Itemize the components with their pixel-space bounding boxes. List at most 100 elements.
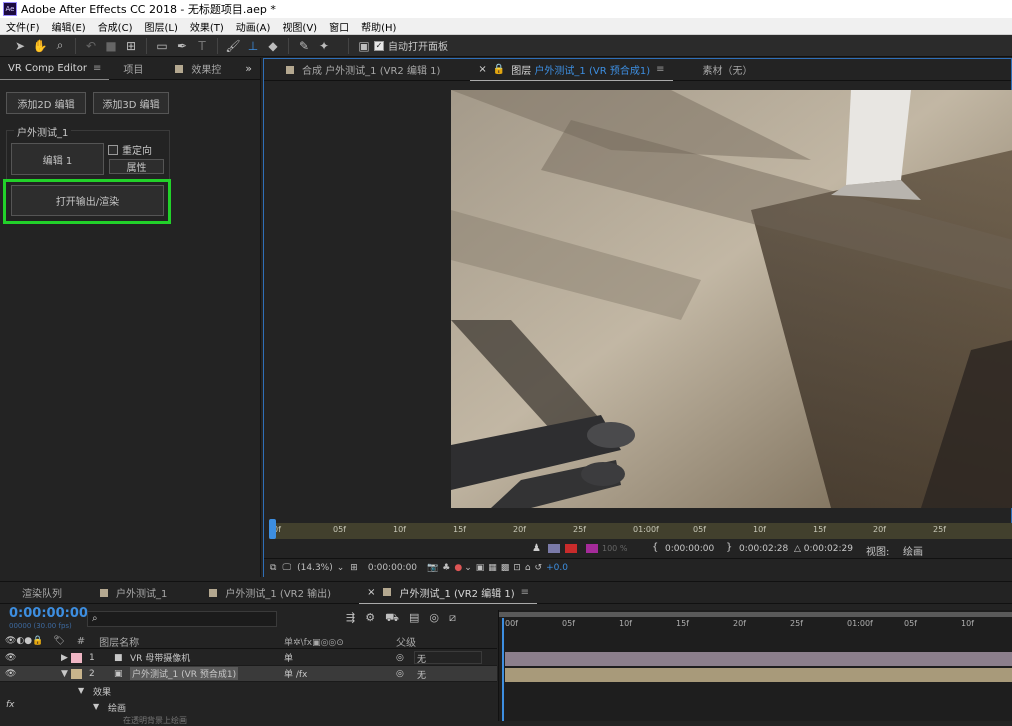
type-tool-icon[interactable]: T: [193, 37, 211, 55]
menu-window[interactable]: 窗口: [323, 19, 355, 34]
tab-project[interactable]: 项目: [109, 58, 151, 80]
layer-bar-2[interactable]: [505, 668, 1012, 682]
rectangle-tool-icon[interactable]: ▭: [153, 37, 171, 55]
motion-blur-icon[interactable]: ◎: [429, 611, 439, 626]
layer-viewer-image[interactable]: [451, 90, 1012, 508]
layer-row-2[interactable]: 👁 ▼ 2 ▣ 户外测试_1 (VR 预合成1) 单 /fx ◎ 无: [0, 666, 497, 682]
hand-tool-icon[interactable]: ✋: [31, 37, 49, 55]
workspace-icon[interactable]: ▣: [355, 37, 373, 55]
lock-icon[interactable]: 🔒: [493, 64, 505, 75]
auto-open-checkbox[interactable]: ✓: [374, 40, 384, 51]
chevron-down-icon[interactable]: ⌄: [337, 563, 345, 573]
properties-button[interactable]: 属性: [109, 159, 164, 174]
frame-blending-icon[interactable]: ▤: [409, 611, 419, 626]
show-snapshot-icon[interactable]: ♣: [442, 563, 450, 573]
hide-shy-icon[interactable]: ⛟: [385, 611, 399, 626]
pickwhip-icon[interactable]: ◎: [396, 653, 404, 663]
pickwhip-icon[interactable]: ◎: [396, 669, 404, 679]
draft-3d-icon[interactable]: ⚙: [365, 611, 375, 626]
close-icon[interactable]: ×: [478, 64, 486, 75]
menu-help[interactable]: 帮助(H): [355, 19, 402, 34]
tab-vr-comp-editor[interactable]: VR Comp Editor ≡: [0, 58, 110, 80]
comp-mini-flowchart-icon[interactable]: ⇶: [346, 611, 355, 626]
menu-file[interactable]: 文件(F): [0, 19, 46, 34]
rotate-tool-icon[interactable]: ↶: [82, 37, 100, 55]
in-point[interactable]: 0:00:00:00: [665, 544, 714, 554]
tab-comp-edit[interactable]: × 户外测试_1 (VR2 编辑 1) ≡: [359, 582, 538, 604]
tab-effect-controls[interactable]: 效果控: [151, 58, 229, 80]
current-time-indicator[interactable]: [502, 618, 504, 721]
tab-footage[interactable]: 素材 （无）: [673, 59, 761, 81]
color-swatch-icon[interactable]: [565, 544, 577, 553]
column-layer-name[interactable]: 图层名称: [99, 634, 139, 649]
layer-bar-1[interactable]: [505, 652, 1012, 666]
camera-tool-icon[interactable]: ■: [102, 37, 120, 55]
timeline-search-input[interactable]: ⌕: [87, 611, 277, 627]
tab-menu-icon[interactable]: ≡: [93, 63, 101, 74]
zoom-tool-icon[interactable]: ⌕: [51, 37, 69, 55]
tab-layer[interactable]: × 🔒 图层 户外测试_1 (VR 预合成1) ≡: [470, 59, 673, 81]
current-time[interactable]: 0:00:00:00: [368, 563, 417, 573]
tab-comp-1[interactable]: 户外测试_1: [70, 582, 175, 604]
menu-layer[interactable]: 图层(L): [138, 19, 183, 34]
close-icon[interactable]: ×: [367, 587, 375, 598]
expand-arrow-icon[interactable]: ▼: [61, 669, 68, 679]
eraser-tool-icon[interactable]: ◆: [264, 37, 282, 55]
timeline-graph-area[interactable]: 00f 05f 10f 15f 20f 25f 01:00f 05f 10f: [498, 610, 1012, 721]
snapshot-icon[interactable]: 📷: [427, 563, 438, 573]
monitor-icon[interactable]: 🖵: [282, 563, 291, 573]
puppet-pin-tool-icon[interactable]: ✦: [315, 37, 333, 55]
expand-arrow-icon[interactable]: ▶: [61, 653, 68, 663]
layer-label-color[interactable]: [71, 652, 82, 663]
graph-editor-icon[interactable]: ⧄: [449, 611, 456, 626]
color-swatch-icon[interactable]: [548, 544, 560, 553]
parent-dropdown[interactable]: 无: [414, 651, 482, 665]
tab-render-queue[interactable]: 渲染队列: [0, 582, 70, 604]
roto-brush-tool-icon[interactable]: ✎: [295, 37, 313, 55]
mask-icon[interactable]: ▩: [501, 563, 510, 573]
transparency-grid-icon[interactable]: ▦: [488, 563, 497, 573]
tab-composition[interactable]: 合成 户外测试_1 (VR2 编辑 1): [264, 59, 448, 81]
layer-row-1[interactable]: 👁 ▶ 1 ■ VR 母带摄像机 单 ◎ 无: [0, 650, 497, 666]
menu-effect[interactable]: 效果(T): [184, 19, 230, 34]
view-mode-dropdown[interactable]: 绘画: [903, 543, 923, 558]
view-icon[interactable]: ⌂: [525, 563, 531, 573]
edit-1-button[interactable]: 编辑 1: [11, 143, 104, 175]
layer-name[interactable]: VR 母带摄像机: [130, 651, 190, 664]
timeline-current-time[interactable]: 0:00:00:00: [9, 606, 88, 621]
fit-icon[interactable]: ⊞: [350, 563, 358, 573]
fx-icon[interactable]: fx: [6, 700, 15, 710]
work-area-bar[interactable]: [499, 612, 1012, 617]
selection-tool-icon[interactable]: ➤: [11, 37, 29, 55]
tab-menu-icon[interactable]: ≡: [656, 64, 664, 75]
reset-exposure-icon[interactable]: ↺: [535, 563, 543, 573]
grid-icon[interactable]: ⊡: [513, 563, 521, 573]
layer-name[interactable]: 户外测试_1 (VR 预合成1): [130, 667, 239, 680]
person-icon[interactable]: ♟: [532, 543, 541, 554]
tab-menu-icon[interactable]: ≡: [521, 587, 529, 598]
pan-behind-tool-icon[interactable]: ⊞: [122, 37, 140, 55]
effects-expand-icon[interactable]: ▼: [78, 686, 84, 695]
layer-switch[interactable]: 单: [284, 651, 293, 664]
timeline-ruler[interactable]: 00f 05f 10f 15f 20f 25f 01:00f 05f 10f: [499, 618, 1012, 633]
always-preview-icon[interactable]: ⧉: [270, 563, 276, 573]
paint-expand-icon[interactable]: ▼: [93, 702, 99, 711]
opacity-value[interactable]: 100 %: [602, 544, 627, 553]
in-bracket-icon[interactable]: {: [652, 542, 658, 553]
brush-tool-icon[interactable]: 🖌: [224, 37, 242, 55]
layer-time-ruler[interactable]: 0f 05f 10f 15f 20f 25f 01:00f 05f 10f 15f 20f 25f: [269, 519, 1012, 539]
panel-overflow-icon[interactable]: »: [237, 58, 260, 80]
channel-icon[interactable]: ●: [454, 563, 462, 573]
menu-animation[interactable]: 动画(A): [230, 19, 277, 34]
layer-switch[interactable]: 单 /fx: [284, 667, 307, 680]
menu-view[interactable]: 视图(V): [276, 19, 323, 34]
zoom-dropdown[interactable]: (14.3%): [297, 563, 333, 573]
layer-label-color[interactable]: [71, 668, 82, 679]
add-3d-edit-button[interactable]: 添加3D 编辑: [93, 92, 169, 114]
menu-edit[interactable]: 编辑(E): [46, 19, 92, 34]
tab-comp-output[interactable]: 户外测试_1 (VR2 输出): [175, 582, 339, 604]
menu-composition[interactable]: 合成(C): [92, 19, 139, 34]
channel-dropdown-icon[interactable]: ⌄: [464, 563, 472, 573]
visibility-icon[interactable]: 👁: [5, 669, 16, 679]
paint-group[interactable]: 绘画: [108, 701, 126, 714]
